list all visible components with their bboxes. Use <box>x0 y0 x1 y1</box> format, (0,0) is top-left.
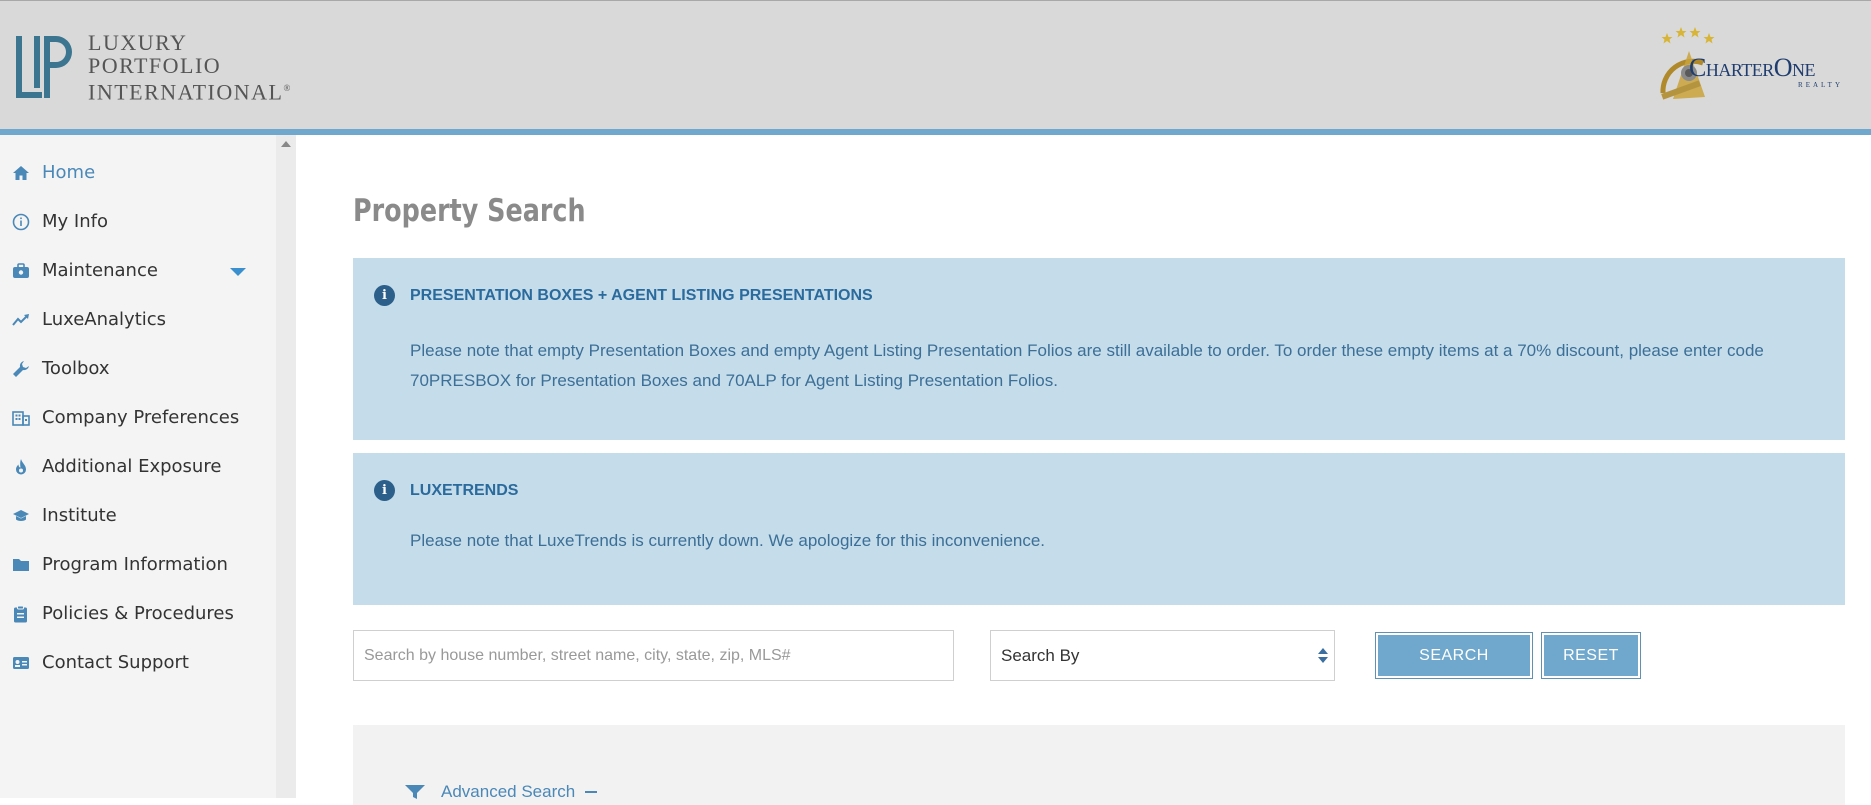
building-icon <box>11 408 30 427</box>
flame-icon <box>11 457 30 476</box>
sidebar-item-additional-exposure[interactable]: Additional Exposure <box>0 442 276 491</box>
info-circle-icon <box>11 212 30 231</box>
alert-title: LUXETRENDS <box>410 481 519 499</box>
charterone-logo[interactable]: CharterOne REALTY <box>1653 23 1843 105</box>
page-title: Property Search <box>353 193 586 229</box>
sidebar: Home My Info Maintenance LuxeAnalytics T… <box>0 135 276 798</box>
sidebar-nav: Home My Info Maintenance LuxeAnalytics T… <box>0 135 276 687</box>
sidebar-item-program-information[interactable]: Program Information <box>0 540 276 589</box>
advanced-search-toggle[interactable]: Advanced Search <box>405 782 598 802</box>
header: LUXURY PORTFOLIO INTERNATIONAL® CharterO… <box>0 0 1871 129</box>
sidebar-item-label: LuxeAnalytics <box>42 309 167 330</box>
sidebar-item-maintenance[interactable]: Maintenance <box>0 246 276 295</box>
alert-luxetrends: i LUXETRENDS Please note that LuxeTrends… <box>353 453 1845 605</box>
chevron-down-icon[interactable] <box>230 268 246 276</box>
briefcase-icon <box>11 261 30 280</box>
sidebar-item-label: Additional Exposure <box>42 456 222 477</box>
charterone-sub: REALTY <box>1798 81 1843 89</box>
sidebar-item-label: Institute <box>42 505 117 526</box>
logo-line-2: PORTFOLIO <box>88 53 222 78</box>
sidebar-item-label: Company Preferences <box>42 407 240 428</box>
sidebar-item-luxeanalytics[interactable]: LuxeAnalytics <box>0 295 276 344</box>
reset-button[interactable]: RESET <box>1541 632 1641 679</box>
alert-body: Please note that empty Presentation Boxe… <box>410 341 1764 390</box>
sidebar-item-label: Maintenance <box>42 260 158 281</box>
scroll-up-arrow-icon[interactable] <box>281 141 291 147</box>
sidebar-item-policies-procedures[interactable]: Policies & Procedures <box>0 589 276 638</box>
id-card-icon <box>11 653 30 672</box>
advanced-search-panel: Advanced Search <box>353 725 1845 805</box>
sidebar-item-toolbox[interactable]: Toolbox <box>0 344 276 393</box>
advanced-search-label: Advanced Search <box>441 782 576 801</box>
sidebar-item-label: Toolbox <box>42 358 110 379</box>
search-input[interactable] <box>353 630 954 681</box>
sidebar-item-label: Home <box>42 162 96 183</box>
lpi-logo[interactable]: LUXURY PORTFOLIO INTERNATIONAL® <box>16 31 292 103</box>
sidebar-item-label: My Info <box>42 211 108 232</box>
alert-body: Please note that LuxeTrends is currently… <box>410 531 1046 550</box>
sidebar-item-institute[interactable]: Institute <box>0 491 276 540</box>
sidebar-item-home[interactable]: Home <box>0 148 276 197</box>
search-button[interactable]: SEARCH <box>1375 632 1533 679</box>
sidebar-item-company-preferences[interactable]: Company Preferences <box>0 393 276 442</box>
select-arrows-icon <box>1318 648 1328 664</box>
logo-line-1: LUXURY <box>88 30 188 55</box>
collapse-icon[interactable] <box>585 791 598 793</box>
wrench-icon <box>11 359 30 378</box>
graduation-cap-icon <box>11 506 30 525</box>
trend-chart-icon <box>11 310 30 329</box>
info-icon: i <box>374 285 395 306</box>
sidebar-item-contact-support[interactable]: Contact Support <box>0 638 276 687</box>
sidebar-item-label: Contact Support <box>42 652 189 673</box>
home-icon <box>11 163 30 182</box>
info-icon: i <box>374 480 395 501</box>
search-by-select[interactable]: Search By <box>990 630 1335 681</box>
sidebar-item-my-info[interactable]: My Info <box>0 197 276 246</box>
alert-header: i PRESENTATION BOXES + AGENT LISTING PRE… <box>374 285 873 306</box>
lpi-logo-mark-icon <box>16 34 74 100</box>
clipboard-icon <box>11 604 30 623</box>
alert-header: i LUXETRENDS <box>374 480 518 501</box>
main-content: Property Search i PRESENTATION BOXES + A… <box>296 135 1871 805</box>
sidebar-item-label: Program Information <box>42 554 228 575</box>
filter-icon <box>405 785 425 799</box>
sidebar-scrollbar[interactable] <box>276 135 296 798</box>
logo-line-3: INTERNATIONAL® <box>88 79 292 105</box>
charterone-name: CharterOne <box>1689 53 1816 82</box>
sidebar-item-label: Policies & Procedures <box>42 603 234 624</box>
search-by-value: Search By <box>1001 645 1080 665</box>
alert-title: PRESENTATION BOXES + AGENT LISTING PRESE… <box>410 286 873 304</box>
folder-icon <box>11 555 30 574</box>
alert-presentation-boxes: i PRESENTATION BOXES + AGENT LISTING PRE… <box>353 258 1845 440</box>
lpi-logo-text: LUXURY PORTFOLIO INTERNATIONAL® <box>88 31 292 103</box>
